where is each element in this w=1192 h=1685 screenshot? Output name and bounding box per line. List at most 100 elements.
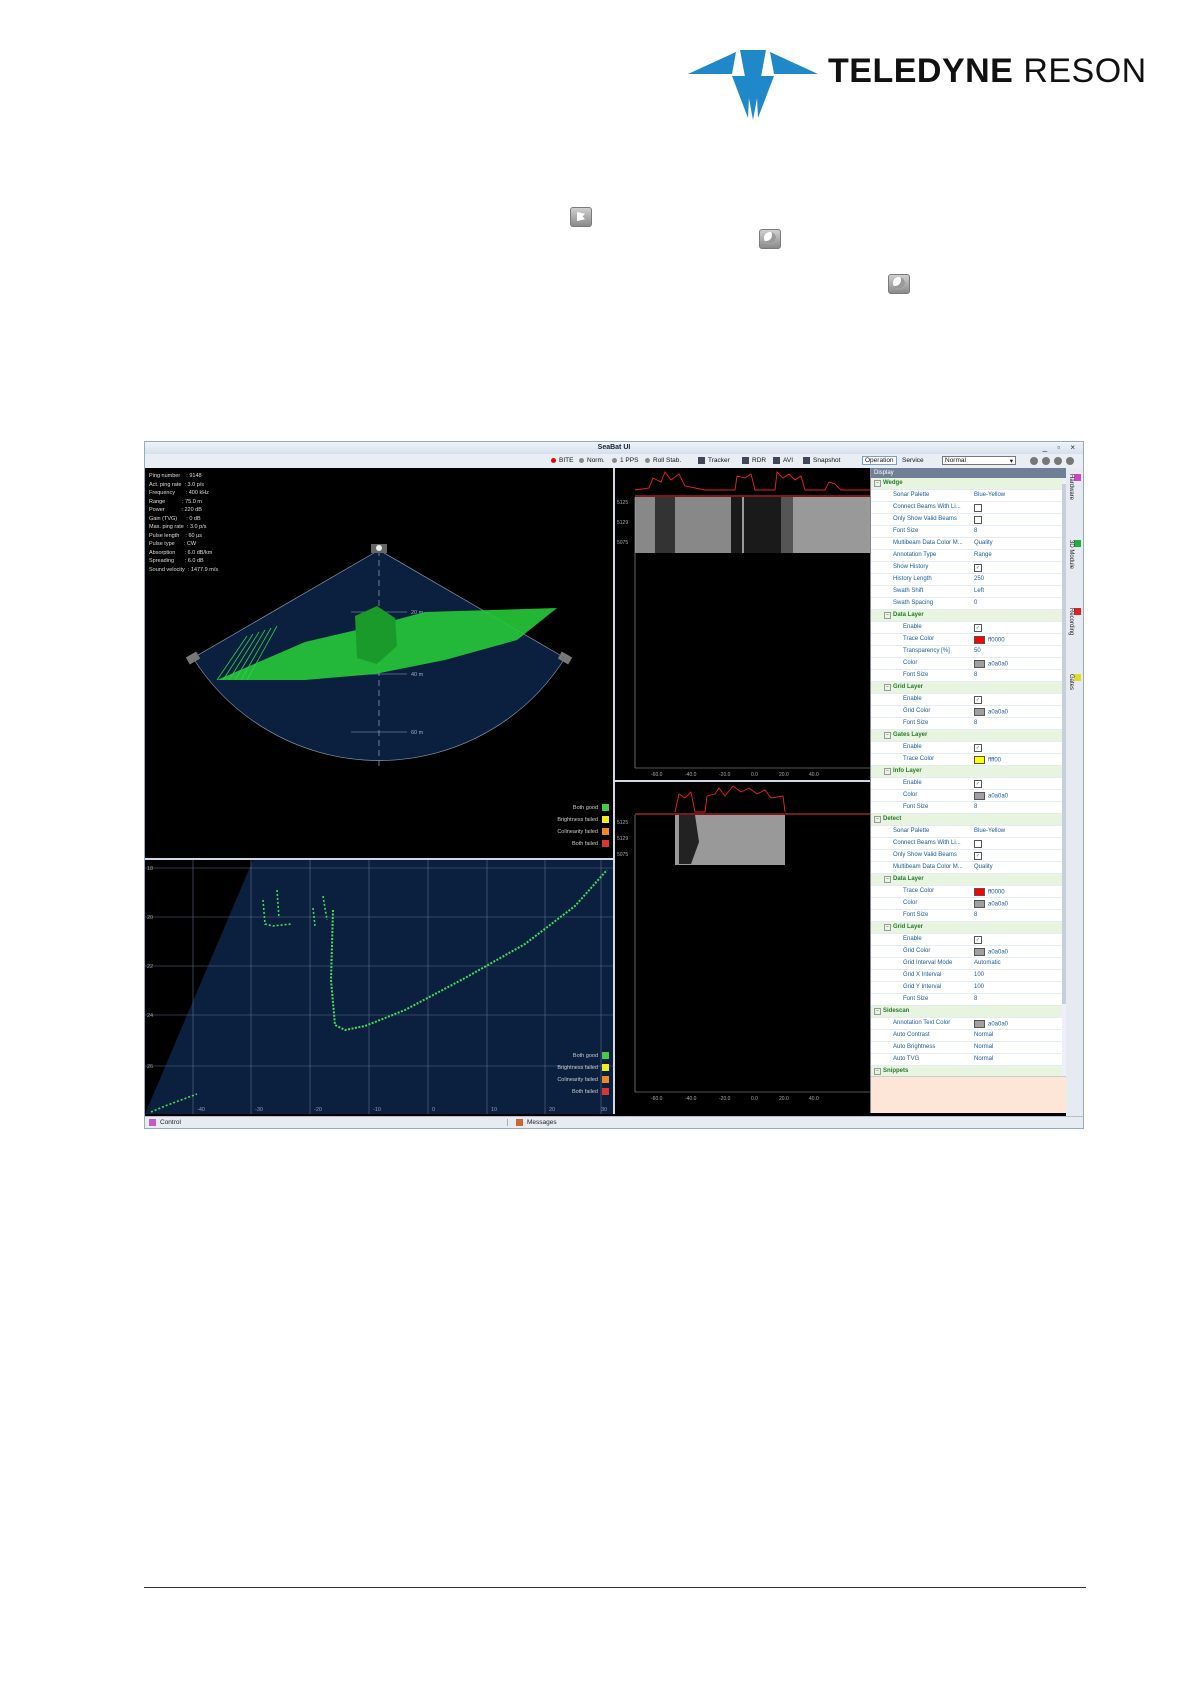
- property-value[interactable]: Blue-Yellow: [974, 492, 1005, 498]
- property-row[interactable]: Font Size 8: [871, 670, 1067, 682]
- property-row[interactable]: Transparency [%] 50: [871, 646, 1067, 658]
- property-value[interactable]: Left: [974, 588, 984, 594]
- property-row[interactable]: Enable ✓: [871, 622, 1067, 634]
- property-value[interactable]: 8: [974, 912, 977, 918]
- property-category[interactable]: − Gates Layer: [871, 730, 1067, 742]
- wedge-view[interactable]: 20 m 40 m 60 m Ping number : 9148 Act. p…: [145, 468, 613, 858]
- collapse-toggle-icon[interactable]: −: [884, 612, 891, 619]
- property-row[interactable]: Auto Contrast Normal: [871, 1030, 1067, 1042]
- collapse-toggle-icon[interactable]: −: [874, 1068, 881, 1075]
- property-value[interactable]: Blue-Yellow: [974, 828, 1005, 834]
- snippets-view[interactable]: 5125 5129 5075 -60.0 -40.0 -20.0 0.0 20.…: [615, 782, 870, 1114]
- property-row[interactable]: Font Size 8: [871, 802, 1067, 814]
- property-row[interactable]: Only Show Valid Beams: [871, 514, 1067, 526]
- property-value[interactable]: ff0000: [974, 636, 1005, 644]
- property-row[interactable]: Auto Brightness Normal: [871, 1042, 1067, 1054]
- tab-3d-module[interactable]: 3D Module: [1068, 540, 1081, 569]
- property-value[interactable]: 0: [974, 600, 977, 606]
- property-category[interactable]: − Detect: [871, 814, 1067, 826]
- property-category[interactable]: − Sidescan: [871, 1006, 1067, 1018]
- property-row[interactable]: Grid X Interval 100: [871, 970, 1067, 982]
- property-value[interactable]: ✓: [974, 624, 982, 632]
- property-value[interactable]: ff0000: [974, 888, 1005, 896]
- property-value[interactable]: 8: [974, 804, 977, 810]
- tab-recording[interactable]: Recording: [1068, 608, 1081, 635]
- property-value[interactable]: Automatic: [974, 960, 1001, 966]
- property-row[interactable]: Enable ✓: [871, 934, 1067, 946]
- property-value[interactable]: 100: [974, 972, 984, 978]
- property-row[interactable]: Multibeam Data Color M... Quality: [871, 538, 1067, 550]
- property-value[interactable]: [974, 504, 982, 512]
- property-row[interactable]: Multibeam Data Color M... Quality: [871, 862, 1067, 874]
- checkbox[interactable]: ✓: [974, 780, 982, 788]
- property-row[interactable]: Annotation Text Color a0a0a0: [871, 1018, 1067, 1030]
- property-value[interactable]: Normal: [974, 1044, 993, 1050]
- info-icon[interactable]: [1054, 457, 1062, 465]
- property-row[interactable]: Trace Color ffff00: [871, 754, 1067, 766]
- property-value[interactable]: ffff00: [974, 756, 1001, 764]
- checkbox[interactable]: [974, 516, 982, 524]
- checkbox[interactable]: ✓: [974, 744, 982, 752]
- property-row[interactable]: Connect Beams With Li...: [871, 838, 1067, 850]
- property-value[interactable]: a0a0a0: [974, 900, 1008, 908]
- property-value[interactable]: 250: [974, 576, 984, 582]
- property-row[interactable]: Sonar Palette Blue-Yellow: [871, 490, 1067, 502]
- property-value[interactable]: ✓: [974, 780, 982, 788]
- property-row[interactable]: Color a0a0a0: [871, 790, 1067, 802]
- property-row[interactable]: Trace Color ff0000: [871, 634, 1067, 646]
- property-value[interactable]: Range: [974, 552, 992, 558]
- tab-service[interactable]: Service: [902, 457, 924, 464]
- property-category[interactable]: − Data Layer: [871, 874, 1067, 886]
- collapse-toggle-icon[interactable]: −: [874, 480, 881, 487]
- property-row[interactable]: Grid Color a0a0a0: [871, 946, 1067, 958]
- checkbox[interactable]: ✓: [974, 852, 982, 860]
- rdr-button[interactable]: RDR: [742, 457, 766, 464]
- property-value[interactable]: 50: [974, 648, 981, 654]
- checkbox[interactable]: [974, 840, 982, 848]
- property-row[interactable]: Trace Color ff0000: [871, 886, 1067, 898]
- property-row[interactable]: Only Show Valid Beams ✓: [871, 850, 1067, 862]
- mode-select[interactable]: Normal ▾: [942, 456, 1016, 465]
- property-value[interactable]: 8: [974, 672, 977, 678]
- property-value[interactable]: Normal: [974, 1056, 993, 1062]
- checkbox[interactable]: ✓: [974, 624, 982, 632]
- tab-gates[interactable]: Gates: [1068, 674, 1081, 690]
- sidescan-view[interactable]: 5125 5129 5075 -60.0 -40.0 -20.0 0.0 20.…: [615, 468, 870, 780]
- property-value[interactable]: 8: [974, 996, 977, 1002]
- checkbox[interactable]: ✓: [974, 564, 982, 572]
- property-value[interactable]: [974, 516, 982, 524]
- property-value[interactable]: ✓: [974, 696, 982, 704]
- property-row[interactable]: Grid Y Interval 100: [871, 982, 1067, 994]
- property-row[interactable]: Grid Color a0a0a0: [871, 706, 1067, 718]
- property-row[interactable]: Color a0a0a0: [871, 658, 1067, 670]
- property-value[interactable]: a0a0a0: [974, 660, 1008, 668]
- property-row[interactable]: Font Size 8: [871, 718, 1067, 730]
- property-value[interactable]: ✓: [974, 852, 982, 860]
- property-category[interactable]: − Data Layer: [871, 610, 1067, 622]
- property-row[interactable]: Auto TVG Normal: [871, 1054, 1067, 1066]
- property-value[interactable]: a0a0a0: [974, 708, 1008, 716]
- property-row[interactable]: Show History ✓: [871, 562, 1067, 574]
- collapse-toggle-icon[interactable]: −: [884, 876, 891, 883]
- help-icon[interactable]: [1030, 457, 1038, 465]
- collapse-toggle-icon[interactable]: −: [884, 924, 891, 931]
- property-row[interactable]: Font Size 8: [871, 994, 1067, 1006]
- collapse-toggle-icon[interactable]: −: [874, 816, 881, 823]
- property-value[interactable]: [974, 840, 982, 848]
- property-row[interactable]: Swath Spacing 0: [871, 598, 1067, 610]
- tracker-button[interactable]: Tracker: [698, 457, 730, 464]
- property-value[interactable]: Normal: [974, 1032, 993, 1038]
- snapshot-button[interactable]: Snapshot: [803, 457, 840, 464]
- checkbox[interactable]: ✓: [974, 936, 982, 944]
- property-category[interactable]: − Info Layer: [871, 766, 1067, 778]
- collapse-toggle-icon[interactable]: −: [884, 684, 891, 691]
- window-controls[interactable]: _ ▫ ×: [1043, 443, 1079, 452]
- collapse-toggle-icon[interactable]: −: [884, 732, 891, 739]
- property-row[interactable]: Annotation Type Range: [871, 550, 1067, 562]
- property-category[interactable]: − Grid Layer: [871, 682, 1067, 694]
- checkbox[interactable]: ✓: [974, 696, 982, 704]
- avi-button[interactable]: AVI: [773, 457, 793, 464]
- tab-hardware[interactable]: Hardware: [1068, 474, 1081, 500]
- collapse-toggle-icon[interactable]: −: [874, 1008, 881, 1015]
- property-row[interactable]: Enable ✓: [871, 742, 1067, 754]
